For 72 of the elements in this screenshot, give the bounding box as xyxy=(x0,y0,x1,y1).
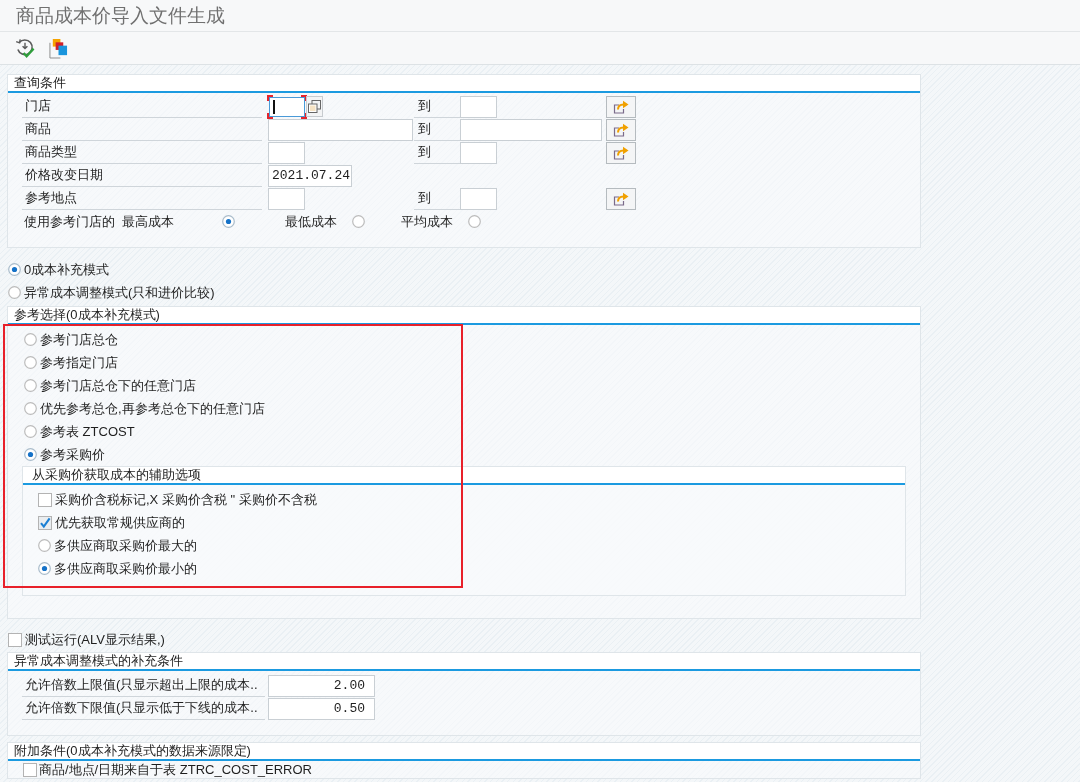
checkbox[interactable] xyxy=(38,515,52,530)
section-title: 查询条件 xyxy=(14,74,66,92)
field-label: 商品 xyxy=(22,118,262,141)
value-help-button[interactable] xyxy=(306,96,323,117)
option-label: 优先获取常规供应商的 xyxy=(55,513,185,532)
field-label: 商品类型 xyxy=(22,141,262,164)
field-label: 参考地点 xyxy=(22,187,262,210)
multiple-selection-button[interactable] xyxy=(606,187,636,210)
option-label: 采购价含税标记,X 采购价含税 " 采购价不含税 xyxy=(55,490,317,509)
multiple-selection-button[interactable] xyxy=(606,141,636,164)
option-label: 0成本补充模式 xyxy=(24,260,110,279)
radio-button[interactable] xyxy=(468,215,481,228)
multiple-selection-button[interactable] xyxy=(606,95,636,118)
checkbox[interactable] xyxy=(23,763,37,777)
option-label: 参考门店总仓 xyxy=(40,330,118,349)
input-field[interactable] xyxy=(267,94,307,119)
radio-button[interactable] xyxy=(352,215,365,228)
option-label: 异常成本调整模式(只和进价比较) xyxy=(24,283,215,302)
arrow-out-icon xyxy=(613,122,629,137)
option-label: 商品/地点/日期来自于表 ZTRC_COST_ERROR xyxy=(39,761,312,779)
field-label: 允许倍数上限值(只显示超出上限的成本.. xyxy=(22,674,265,697)
input-field[interactable] xyxy=(460,141,497,164)
field-label: 门店 xyxy=(22,95,262,118)
radio-button[interactable] xyxy=(38,539,51,552)
radio-button[interactable] xyxy=(24,425,37,438)
option-label: 参考指定门店 xyxy=(40,353,118,372)
option-label: 测试运行(ALV显示结果,) xyxy=(25,630,165,649)
stacked-squares-icon[interactable] xyxy=(49,37,68,59)
radio-button[interactable] xyxy=(24,448,37,461)
input-field[interactable] xyxy=(460,187,497,210)
group-label: 使用参考门店的 xyxy=(23,212,115,231)
input-field[interactable]: 2021.07.24 xyxy=(268,164,352,187)
checkbox[interactable] xyxy=(8,632,22,647)
input-field[interactable] xyxy=(268,187,305,210)
section-title: 异常成本调整模式的补充条件 xyxy=(14,652,183,670)
window-title: 商品成本价导入文件生成 xyxy=(16,4,225,28)
multiple-selection-button[interactable] xyxy=(606,118,636,141)
clock-check-icon[interactable] xyxy=(15,38,35,58)
option-label: 多供应商取采购价最小的 xyxy=(54,559,197,578)
radio-button[interactable] xyxy=(38,562,51,575)
option-label: 最高成本 xyxy=(122,212,175,231)
arrow-out-icon xyxy=(613,145,629,160)
input-field[interactable] xyxy=(460,95,497,118)
section-title: 附加条件(0成本补充模式的数据来源限定) xyxy=(14,742,251,760)
input-field[interactable] xyxy=(268,141,305,164)
checkbox[interactable] xyxy=(38,492,52,507)
radio-button[interactable] xyxy=(24,333,37,346)
input-field[interactable] xyxy=(268,118,413,141)
radio-button[interactable] xyxy=(222,215,235,228)
input-field[interactable] xyxy=(460,118,602,141)
section-title: 从采购价获取成本的辅助选项 xyxy=(32,466,201,484)
arrow-out-icon xyxy=(613,191,629,206)
input-field[interactable]: 0.50 xyxy=(268,697,375,720)
field-label: 价格改变日期 xyxy=(22,164,262,187)
section-title: 参考选择(0成本补充模式) xyxy=(14,306,160,324)
arrow-out-icon xyxy=(613,99,629,114)
radio-button[interactable] xyxy=(24,379,37,392)
option-label: 参考表 ZTCOST xyxy=(40,422,135,441)
option-label: 多供应商取采购价最大的 xyxy=(54,536,197,555)
option-label: 平均成本 xyxy=(401,212,454,231)
radio-button[interactable] xyxy=(24,402,37,415)
input-field[interactable]: 2.00 xyxy=(268,674,375,697)
option-label: 优先参考总仓,再参考总仓下的任意门店 xyxy=(40,399,265,418)
radio-button[interactable] xyxy=(8,263,21,276)
option-label: 参考采购价 xyxy=(40,445,105,464)
option-label: 参考门店总仓下的任意门店 xyxy=(40,376,196,395)
radio-button[interactable] xyxy=(8,286,21,299)
radio-button[interactable] xyxy=(24,356,37,369)
text-cursor-icon xyxy=(273,99,275,114)
overlapping-squares-icon xyxy=(308,100,321,113)
field-label: 允许倍数下限值(只显示低于下线的成本.. xyxy=(22,697,265,720)
option-label: 最低成本 xyxy=(285,212,338,231)
